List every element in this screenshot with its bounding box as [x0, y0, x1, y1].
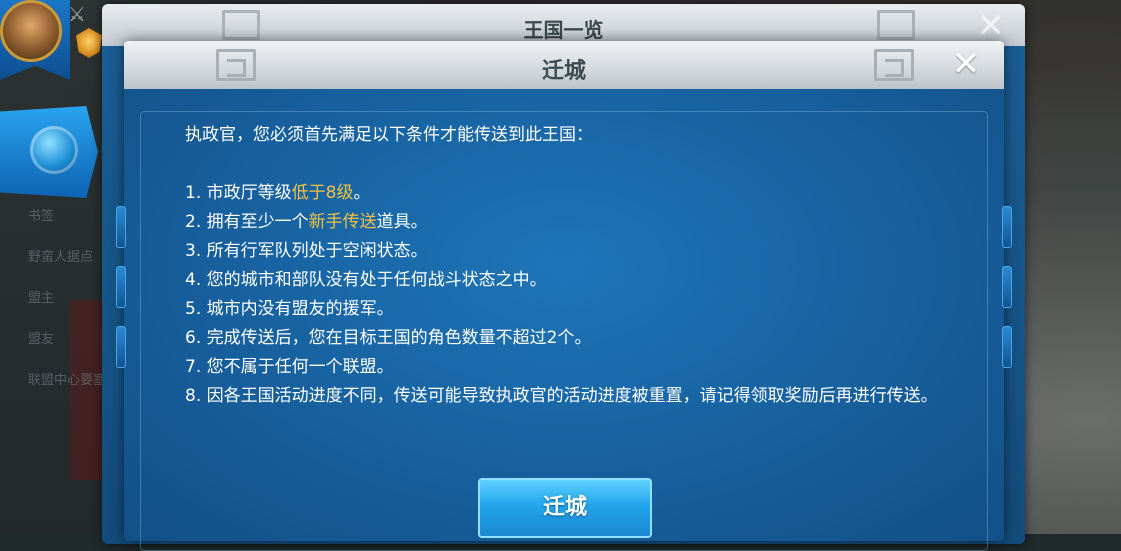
- requirement-text: 3. 所有行军队列处于空闲状态。: [185, 241, 428, 261]
- requirements-text: 执政官，您必须首先满足以下条件才能传送到此王国： 1. 市政厅等级低于8级。 2.…: [185, 121, 965, 411]
- relocate-button[interactable]: 迁城: [478, 478, 652, 538]
- player-avatar[interactable]: [0, 0, 62, 62]
- sidebar-item[interactable]: 野蛮人据点: [28, 247, 106, 269]
- requirement-text: 。: [353, 183, 371, 203]
- requirements-intro: 执政官，您必须首先满足以下条件才能传送到此王国：: [185, 125, 593, 145]
- requirement-item: 1. 市政厅等级低于8级。: [185, 179, 965, 208]
- requirement-text: 5. 城市内没有盟友的援军。: [185, 299, 394, 319]
- requirement-item: 7. 您不属于任何一个联盟。: [185, 353, 965, 382]
- requirement-item: 3. 所有行军队列处于空闲状态。: [185, 237, 965, 266]
- sidebar-item[interactable]: 盟主: [28, 288, 106, 310]
- requirement-item: 8. 因各王国活动进度不同，传送可能导致执政官的活动进度被重置，请记得领取奖励后…: [185, 382, 965, 411]
- dialog-title: 迁城: [541, 59, 586, 84]
- highlighted-text: 新手传送: [308, 212, 377, 232]
- requirement-item: 2. 拥有至少一个新手传送道具。: [185, 208, 965, 237]
- frame-tab: [116, 206, 126, 248]
- requirement-text: 1. 市政厅等级: [185, 183, 292, 203]
- sword-icon: ⚔: [68, 2, 86, 26]
- requirement-text: 6. 完成传送后，您在目标王国的角色数量不超过2个。: [185, 328, 592, 348]
- sidebar-item[interactable]: 盟友: [28, 329, 106, 351]
- relocate-city-dialog: 迁城 ✕ 执政官，您必须首先满足以下条件才能传送到此王国： 1. 市政厅等级低于…: [116, 41, 1012, 551]
- globe-icon: [30, 126, 78, 174]
- sidebar-item[interactable]: 联盟中心要塞: [28, 370, 106, 392]
- frame-tab: [1002, 326, 1012, 368]
- frame-tab: [116, 266, 126, 308]
- requirement-text: 4. 您的城市和部队没有处于任何战斗状态之中。: [185, 270, 547, 290]
- requirement-text: 7. 您不属于任何一个联盟。: [185, 357, 394, 377]
- kingdom-overview-header: 王国一览 ✕: [102, 4, 1025, 46]
- sidebar-item[interactable]: 书签: [28, 206, 106, 228]
- frame-tab: [1002, 206, 1012, 248]
- requirement-item: 5. 城市内没有盟友的援军。: [185, 295, 965, 324]
- requirement-text: 8. 因各王国活动进度不同，传送可能导致执政官的活动进度被重置，请记得领取奖励后…: [185, 386, 938, 406]
- frame-tab: [116, 326, 126, 368]
- requirement-item: 4. 您的城市和部队没有处于任何战斗状态之中。: [185, 266, 965, 295]
- sidebar-list: 书签 野蛮人据点 盟主 盟友 联盟中心要塞: [28, 206, 106, 411]
- highlighted-text: 低于8级: [291, 183, 354, 203]
- requirements-list: 1. 市政厅等级低于8级。 2. 拥有至少一个新手传送道具。 3. 所有行军队列处于…: [185, 179, 965, 411]
- frame-tab: [1002, 266, 1012, 308]
- close-button[interactable]: ✕: [946, 44, 986, 84]
- dialog-header: 迁城 ✕: [124, 41, 1004, 89]
- fret-ornament-icon: [877, 10, 915, 40]
- requirement-text: 2. 拥有至少一个: [185, 212, 309, 232]
- fret-ornament-icon: [874, 49, 914, 81]
- requirement-text: 道具。: [376, 212, 428, 232]
- close-icon[interactable]: ✕: [977, 6, 1006, 46]
- requirement-item: 6. 完成传送后，您在目标王国的角色数量不超过2个。: [185, 324, 965, 353]
